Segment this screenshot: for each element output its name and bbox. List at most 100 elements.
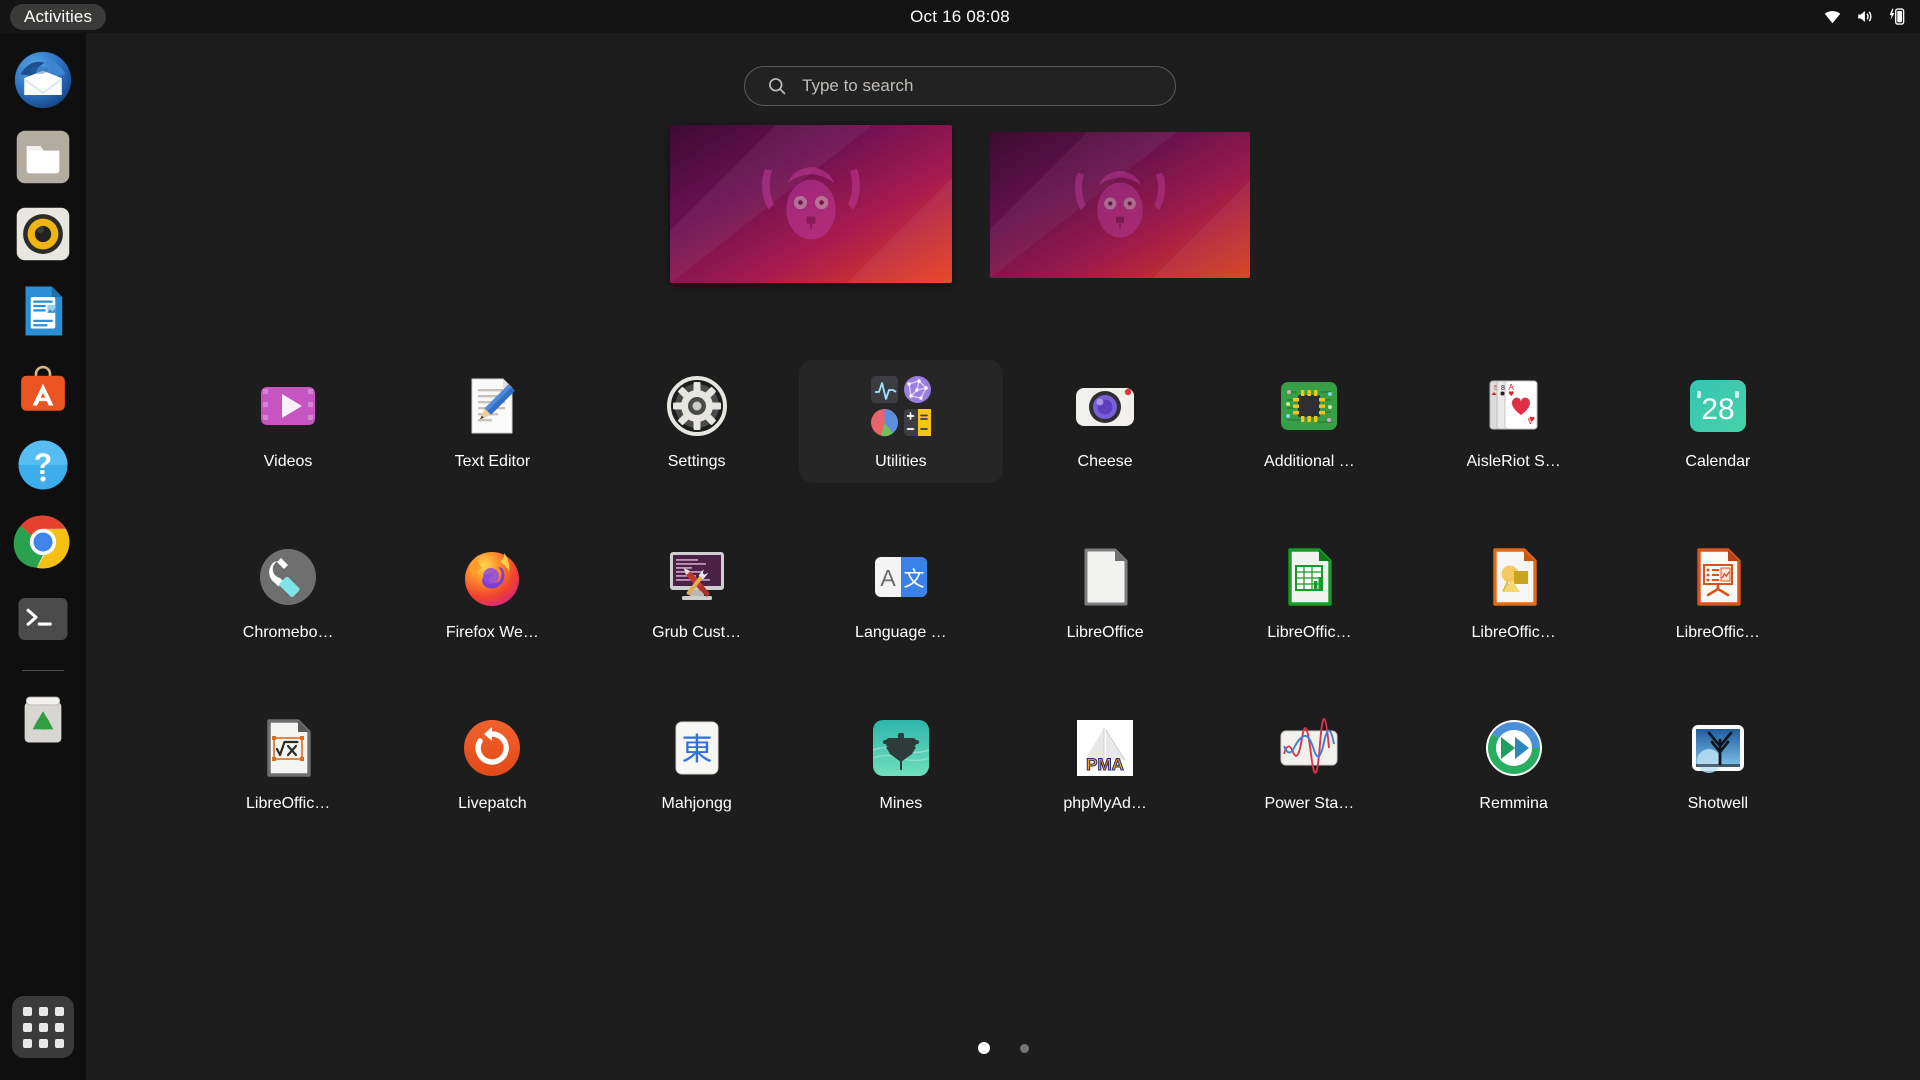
app-item-language-support[interactable]: A 文 Language …	[799, 531, 1003, 654]
wifi-icon	[1823, 7, 1842, 26]
page-dot-1[interactable]	[977, 1042, 990, 1054]
app-label: LibreOffice	[1066, 624, 1144, 641]
utilities-folder-icon	[869, 374, 933, 438]
dock-item-help[interactable]: ?	[12, 434, 74, 496]
shotwell-icon	[1686, 716, 1750, 780]
dock-item-rhythmbox[interactable]	[12, 203, 74, 265]
workspace-thumbnail-2[interactable]	[990, 132, 1250, 278]
app-item-chromebook-recovery[interactable]: Chromebo…	[186, 531, 390, 654]
app-label: LibreOffic…	[1675, 624, 1760, 641]
dock-item-thunderbird[interactable]	[12, 49, 74, 111]
app-item-phpmyadmin[interactable]: PMA phpMyAd…	[1003, 702, 1207, 825]
dock-separator	[22, 670, 64, 671]
dock-item-libreoffice-writer[interactable]	[12, 280, 74, 342]
app-item-calendar[interactable]: 28 Calendar	[1616, 360, 1820, 483]
app-item-libreoffice-impress[interactable]: LibreOffic…	[1616, 531, 1820, 654]
mahjongg-glyph: 東	[681, 732, 712, 768]
grid-dot	[38, 1006, 48, 1016]
dock: ?	[0, 33, 86, 1080]
show-applications-button[interactable]	[12, 996, 74, 1058]
app-item-aisleriot-solitaire[interactable]: 5 8 A A AisleRiot S…	[1412, 360, 1616, 483]
gnome-shell-overview: Activities Oct 16 08:08 ? Type to search…	[0, 0, 1920, 1080]
app-label: Livepatch	[458, 795, 527, 812]
libreoffice-calc-icon	[1277, 545, 1341, 609]
trash-icon	[24, 696, 62, 743]
workspace-thumbnail-1[interactable]	[670, 125, 952, 283]
activities-button[interactable]: Activities	[10, 3, 107, 30]
page-dot-2[interactable]	[1019, 1043, 1029, 1053]
volume-icon	[1855, 7, 1874, 26]
app-item-firefox[interactable]: Firefox We…	[390, 531, 594, 654]
calculator-icon	[903, 409, 931, 436]
app-label: Remmina	[1479, 795, 1548, 812]
cheese-icon	[1073, 374, 1137, 438]
grid-dot	[54, 1038, 64, 1048]
app-item-settings[interactable]: Settings	[595, 360, 799, 483]
settings-icon	[665, 374, 729, 438]
app-label: LibreOffic…	[246, 795, 331, 812]
calendar-day: 28	[1701, 393, 1734, 426]
language-support-icon: A 文	[869, 545, 933, 609]
app-item-power-statistics[interactable]: Power Sta…	[1207, 702, 1411, 825]
app-item-libreoffice[interactable]: LibreOffice	[1003, 531, 1207, 654]
grid-dot	[22, 1006, 32, 1016]
status-menu[interactable]	[1823, 0, 1906, 33]
dock-item-terminal[interactable]	[12, 588, 74, 650]
app-label: Shotwell	[1687, 795, 1749, 812]
dock-item-google-chrome[interactable]	[12, 511, 74, 573]
search-placeholder-text: Type to search	[802, 76, 914, 95]
app-item-libreoffice-draw[interactable]: LibreOffic…	[1412, 531, 1616, 654]
app-item-libreoffice-calc[interactable]: LibreOffic…	[1207, 531, 1411, 654]
app-item-mines[interactable]: Mines	[799, 702, 1003, 825]
app-item-shotwell[interactable]: Shotwell	[1616, 702, 1820, 825]
help-icon: ?	[18, 440, 68, 490]
app-label: Videos	[263, 453, 313, 470]
grid-dot	[54, 1006, 64, 1016]
app-label: Mahjongg	[661, 795, 732, 812]
grid-dot	[22, 1022, 32, 1032]
libreoffice-math-icon	[256, 716, 320, 780]
app-folder-utilities[interactable]: Utilities	[798, 360, 1003, 483]
chromebook-recovery-icon	[256, 545, 320, 609]
search-input[interactable]: Type to search	[744, 66, 1176, 106]
disks-icon	[870, 409, 898, 437]
app-item-additional-drivers[interactable]: Additional …	[1207, 360, 1411, 483]
app-item-text-editor[interactable]: Text Editor	[390, 360, 594, 483]
wallpaper-lemur	[670, 125, 952, 283]
clock-datetime[interactable]: Oct 16 08:08	[910, 7, 1010, 27]
app-label: Power Sta…	[1264, 795, 1355, 812]
app-item-mahjongg[interactable]: 東 Mahjongg	[595, 702, 799, 825]
grid-dot	[38, 1022, 48, 1032]
app-item-videos[interactable]: Videos	[186, 360, 390, 483]
libreoffice-impress-icon	[1686, 545, 1750, 609]
app-item-livepatch[interactable]: Livepatch	[390, 702, 594, 825]
mahjongg-icon: 東	[665, 716, 729, 780]
app-item-remmina[interactable]: Remmina	[1412, 702, 1616, 825]
grid-dot	[22, 1038, 32, 1048]
app-item-grub-customizer[interactable]: Grub Cust…	[595, 531, 799, 654]
text-editor-icon	[460, 374, 524, 438]
top-bar: Activities Oct 16 08:08	[0, 0, 1920, 33]
svg-text:8: 8	[1501, 385, 1505, 392]
dock-item-ubuntu-software[interactable]	[12, 357, 74, 419]
videos-icon	[256, 374, 320, 438]
app-label: Language …	[855, 624, 947, 641]
app-item-cheese[interactable]: Cheese	[1003, 360, 1207, 483]
app-label: Utilities	[875, 453, 927, 470]
rhythmbox-icon	[16, 207, 70, 261]
dock-item-files[interactable]	[12, 126, 74, 188]
page-indicator	[86, 1042, 1920, 1054]
dock-item-trash[interactable]	[12, 687, 74, 749]
app-label: Text Editor	[454, 453, 531, 470]
search-icon	[769, 78, 786, 95]
app-item-libreoffice-math[interactable]: LibreOffic…	[186, 702, 390, 825]
app-label: Settings	[667, 453, 726, 470]
grub-customizer-icon	[665, 545, 729, 609]
calendar-icon: 28	[1686, 374, 1750, 438]
livepatch-icon	[460, 716, 524, 780]
app-label: Mines	[879, 795, 923, 812]
app-label: LibreOffic…	[1471, 624, 1556, 641]
mines-icon	[869, 716, 933, 780]
phpmyadmin-text: PMA	[1086, 755, 1124, 774]
app-label: Cheese	[1077, 453, 1133, 470]
